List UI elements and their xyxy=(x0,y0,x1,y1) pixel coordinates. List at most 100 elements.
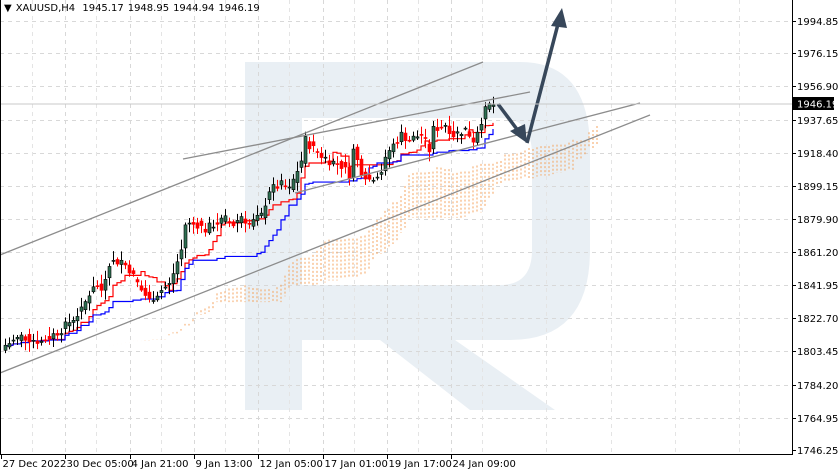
high-price: 1948.95 xyxy=(127,3,170,14)
candle xyxy=(139,280,144,292)
candle xyxy=(35,330,40,350)
y-axis: 1994.85 1976.15 1956.90 1937.65 1918.40 1899.… xyxy=(792,17,838,457)
candle xyxy=(99,274,104,298)
candle xyxy=(431,120,436,154)
candle xyxy=(443,122,448,133)
candle xyxy=(91,276,96,294)
candle xyxy=(203,222,208,237)
candle xyxy=(123,260,128,270)
candle xyxy=(107,263,112,286)
y-tick-label: 1861.20 xyxy=(797,248,838,259)
candle xyxy=(7,337,12,350)
candle xyxy=(447,115,452,141)
candle xyxy=(51,328,56,347)
candle xyxy=(75,308,80,330)
candle xyxy=(215,213,220,232)
candle xyxy=(43,335,48,343)
x-tick-label: 24 Jan 09:00 xyxy=(453,459,516,470)
low-price: 1944.94 xyxy=(173,3,215,14)
candle xyxy=(327,154,332,171)
close-price: 1946.19 xyxy=(218,3,260,14)
candle xyxy=(19,331,24,348)
y-tick-label: 1803.45 xyxy=(797,347,838,358)
x-tick-label: 12 Jan 05:00 xyxy=(260,459,323,470)
current-price-label: 1946.19 xyxy=(793,97,838,111)
candle xyxy=(399,124,404,146)
candle xyxy=(211,219,216,232)
candle xyxy=(379,163,384,181)
candle xyxy=(343,154,348,174)
candle xyxy=(455,126,460,143)
candle xyxy=(239,212,244,228)
arrow-up-head-icon xyxy=(551,8,567,28)
candle xyxy=(87,290,92,311)
candle xyxy=(11,334,16,345)
candle xyxy=(115,257,120,267)
x-tick-label: 9 Jan 13:00 xyxy=(196,459,253,470)
x-tick-label: 19 Jan 17:00 xyxy=(389,459,452,470)
candle xyxy=(195,217,200,234)
candle xyxy=(435,118,440,138)
candle xyxy=(419,126,424,144)
y-tick-label: 1784.20 xyxy=(797,381,838,392)
x-tick-label: 30 Dec 05:00 xyxy=(67,459,134,470)
arrow-down-head-icon xyxy=(510,124,527,143)
candle xyxy=(67,313,72,332)
candle xyxy=(339,159,344,178)
candle xyxy=(199,217,204,234)
candle xyxy=(371,177,376,184)
candle xyxy=(311,134,316,153)
candle xyxy=(79,297,84,320)
symbol-label: XAUUSD,H4 xyxy=(15,3,76,14)
candle xyxy=(147,284,152,303)
candle xyxy=(63,317,68,335)
candle xyxy=(143,280,148,301)
candle xyxy=(463,126,468,131)
candle xyxy=(451,121,456,141)
y-tick-label: 1918.40 xyxy=(797,149,838,160)
candle xyxy=(315,148,320,159)
candle xyxy=(363,168,368,186)
candle xyxy=(395,136,400,149)
price-chart[interactable]: 1994.85 1976.15 1956.90 1937.65 1918.40 1899.… xyxy=(0,0,838,474)
candle xyxy=(227,217,232,228)
candle xyxy=(83,299,88,315)
candle xyxy=(403,127,408,149)
candle xyxy=(187,217,192,233)
y-tick-label: 1976.15 xyxy=(797,49,838,60)
candle xyxy=(155,291,160,302)
y-tick-label: 1899.15 xyxy=(797,182,838,193)
y-tick-label: 1879.90 xyxy=(797,215,838,226)
y-tick-label: 1764.95 xyxy=(797,414,838,425)
candle xyxy=(303,131,308,168)
chart-title: ▼ XAUUSD,H4 1945.17 1948.95 1944.94 1946.19 xyxy=(4,3,264,14)
candle xyxy=(411,131,416,143)
candle xyxy=(111,251,116,265)
y-tick-label: 1994.85 xyxy=(797,17,838,28)
y-tick-label: 1822.70 xyxy=(797,314,838,325)
candle xyxy=(351,144,356,182)
y-tick-label: 1841.95 xyxy=(797,281,838,292)
y-tick-label: 1746.25 xyxy=(797,446,838,457)
x-axis: 27 Dec 2022 30 Dec 05:004 Jan 21:00 9 Jan … xyxy=(1,454,516,470)
candle xyxy=(231,219,236,229)
candle xyxy=(391,138,396,158)
candle xyxy=(319,146,324,165)
candle xyxy=(175,253,180,283)
candle xyxy=(151,291,156,304)
candle xyxy=(47,327,52,345)
dropdown-triangle-icon[interactable]: ▼ xyxy=(4,3,12,14)
chart-window: 1994.85 1976.15 1956.90 1937.65 1918.40 1899.… xyxy=(0,0,838,474)
y-tick-label: 1937.65 xyxy=(797,116,838,127)
candle xyxy=(3,338,8,354)
x-tick-label: 27 Dec 2022 xyxy=(3,459,67,470)
candle xyxy=(27,328,32,352)
candle xyxy=(355,144,360,168)
candle xyxy=(119,251,124,274)
candle xyxy=(39,336,44,346)
current-price-text: 1946.19 xyxy=(797,100,838,111)
candle xyxy=(439,119,444,130)
candle xyxy=(307,136,312,154)
candle xyxy=(103,270,108,300)
candle xyxy=(323,149,328,164)
